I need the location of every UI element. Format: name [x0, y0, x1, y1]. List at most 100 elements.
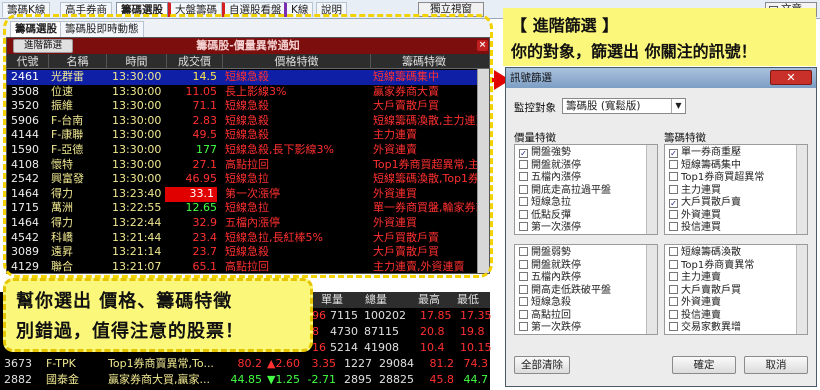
stock-cell: 8 — [312, 325, 319, 338]
checkbox-label: 高點拉回 — [531, 309, 571, 321]
checkbox-icon — [519, 184, 528, 194]
advanced-filter-annotation: 【 進階篩選 】 你的對象，篩選出 你關注的訊號！ — [503, 8, 816, 66]
stock-value: 81.2 — [429, 357, 455, 370]
price-feature-list-2: 開盤弱勢 開盤就跌停 五檔內跌停 開高走低跌破平盤 短線急殺 高點拉回 第一次跌停 — [514, 244, 658, 335]
stock-value: 2895 — [344, 373, 372, 386]
checkbox-icon — [669, 247, 678, 256]
stock-cell: 20.8 — [420, 325, 445, 338]
stock-cell: 96 — [312, 309, 326, 322]
stock-cell: 17.85 — [420, 309, 452, 322]
stock-value: 1227 — [344, 357, 372, 370]
list-scrollbar[interactable] — [646, 245, 657, 334]
stock-cell: 87115 — [364, 325, 399, 338]
col-total-volume[interactable]: 總量 — [354, 292, 398, 308]
checkbox-label: 大戶賣散戶買 — [681, 284, 741, 296]
checkbox-icon — [519, 259, 528, 269]
checkbox-label: 交易家數異增 — [681, 322, 741, 333]
feature-callout-box: 幫你選出 價格、籌碼特徵 別錯過，值得注意的股票！ — [3, 278, 313, 352]
stock-value: 74.3 — [463, 357, 489, 370]
stock-cell: 17.35 — [460, 309, 492, 322]
checkbox-label: 短線急殺 — [531, 297, 571, 308]
checkbox-label: 第一次跌停 — [531, 322, 581, 333]
filter-checkbox[interactable]: 開高走低跌破平盤 — [519, 284, 611, 297]
stock-cell: 10.15 — [460, 341, 492, 354]
checkbox-icon — [519, 209, 528, 219]
filter-checkbox[interactable]: Top1券商買超異常 — [669, 172, 764, 184]
stock-chip-feature: 贏家券商大買,贏家... — [108, 373, 210, 386]
checkbox-label: 低點反彈 — [531, 209, 571, 221]
checkbox-label: Top1券商買超異常 — [681, 172, 765, 183]
checkbox-label: 外資連賣 — [681, 297, 721, 308]
col-unit-volume[interactable]: 單量 — [310, 292, 354, 308]
filter-checkbox[interactable]: 第一次跌停 — [519, 322, 581, 334]
stock-value: 3.35 — [311, 357, 337, 370]
list-scrollbar[interactable] — [796, 145, 807, 234]
dialog-close-button[interactable]: ✕ — [770, 70, 812, 85]
stock-value: ▼1.25 — [267, 373, 300, 386]
filter-checkbox[interactable]: 五檔內漲停 — [519, 172, 581, 184]
filter-checkbox[interactable]: 開底走高拉過平盤 — [519, 184, 611, 197]
checkbox-icon — [519, 247, 528, 256]
checkbox-icon — [669, 272, 678, 281]
stock-row[interactable]: 2882 國泰金 贏家券商大買,贏家... 44.85 ▼1.25 -2.71 2895 28… — [0, 372, 490, 387]
filter-checkbox[interactable]: 短線籌碼渙散 — [669, 247, 741, 259]
col-high[interactable]: 最高 — [410, 292, 448, 308]
stock-cell: 16 — [312, 341, 326, 354]
filter-checkbox[interactable]: 短線急殺 — [519, 297, 571, 309]
filter-checkbox[interactable]: 開盤弱勢 — [519, 247, 571, 259]
price-feature-list-1: ✓ 開盤強勢 開盤就漲停 五檔內漲停 開底走高拉過平盤 短線急拉 低點反彈 第一次漲停 — [514, 144, 658, 235]
annotation-text: 你的對象，篩選出 你關注的訊號！ — [511, 42, 757, 61]
filter-checkbox[interactable]: 第一次漲停 — [519, 222, 581, 234]
checkbox-label: 短線籌碼集中 — [681, 159, 741, 171]
filter-checkbox[interactable]: 短線籌碼集中 — [669, 159, 741, 172]
checkbox-label: 短線急拉 — [531, 197, 571, 208]
filter-checkbox[interactable]: 主力連買 — [669, 184, 721, 197]
checkbox-icon — [519, 284, 528, 294]
list-scrollbar[interactable] — [796, 245, 807, 334]
filter-checkbox[interactable]: 開盤就跌停 — [519, 259, 581, 272]
stock-cell: 19.8 — [460, 325, 485, 338]
checkbox-label: 大戶買散戶賣 — [681, 197, 741, 208]
cancel-button[interactable]: 取消 — [744, 356, 808, 374]
list-scrollbar[interactable] — [646, 145, 657, 234]
filter-checkbox[interactable]: 高點拉回 — [519, 309, 571, 322]
checkbox-icon — [669, 322, 678, 331]
filter-checkbox[interactable]: Top1券商賣異常 — [669, 259, 754, 272]
col-low[interactable]: 最低 — [448, 292, 488, 308]
stock-chip-feature: Top1券商賣異常,To... — [108, 357, 214, 370]
filter-checkbox[interactable]: 五檔內跌停 — [519, 272, 581, 284]
filter-checkbox[interactable]: 外資連賣 — [669, 297, 721, 309]
filter-checkbox[interactable]: 短線急拉 — [519, 197, 571, 209]
checkbox-label: 投信連買 — [681, 222, 721, 233]
filter-checkbox[interactable]: ✓ 開盤強勢 — [519, 147, 571, 159]
filter-checkbox[interactable]: 大戶賣散戶買 — [669, 284, 741, 297]
stock-code: 2882 — [4, 373, 32, 386]
checkbox-icon — [669, 184, 678, 194]
filter-checkbox[interactable]: 投信連買 — [669, 222, 721, 234]
checkbox-icon — [669, 222, 678, 231]
ok-button[interactable]: 確定 — [672, 356, 736, 374]
filter-checkbox[interactable]: 開盤就漲停 — [519, 159, 581, 172]
checkbox-label: 五檔內漲停 — [531, 172, 581, 183]
stock-table-header: 單量 總量 最高 最低 — [310, 292, 490, 308]
clear-all-button[interactable]: 全部清除 — [514, 356, 570, 374]
stock-cell: 41908 — [364, 341, 399, 354]
filter-checkbox[interactable]: 低點反彈 — [519, 209, 571, 222]
checkbox-icon — [519, 272, 528, 281]
monitor-target-select[interactable]: 籌碼股 (寬鬆版) ▼ — [562, 98, 686, 114]
checkbox-icon — [669, 297, 678, 306]
filter-checkbox[interactable]: 交易家數異增 — [669, 322, 741, 334]
stock-code: 3673 — [4, 357, 32, 370]
filter-checkbox[interactable]: ✓ 大戶買散戶賣 — [669, 197, 741, 209]
chip-feature-list-1: ✓ 單一券商重壓 短線籌碼集中 Top1券商買超異常 主力連買 ✓ 大戶買散戶賣 外資連買 投信… — [664, 144, 808, 235]
stock-row[interactable]: 3673 F-TPK Top1券商賣異常,To... 80.2 ▲2.60 3.35 122… — [0, 356, 490, 371]
filter-checkbox[interactable]: 主力連賣 — [669, 272, 721, 284]
filter-checkbox[interactable]: 外資連買 — [669, 209, 721, 222]
filter-checkbox[interactable]: ✓ 單一券商重壓 — [669, 147, 741, 159]
stock-cell: 10.4 — [420, 341, 445, 354]
filter-checkbox[interactable]: 投信連賣 — [669, 309, 721, 322]
stock-value: 44.85 — [230, 373, 263, 386]
checkbox-icon — [519, 309, 528, 319]
checkbox-icon: ✓ — [669, 149, 678, 158]
checkbox-icon — [519, 172, 528, 181]
